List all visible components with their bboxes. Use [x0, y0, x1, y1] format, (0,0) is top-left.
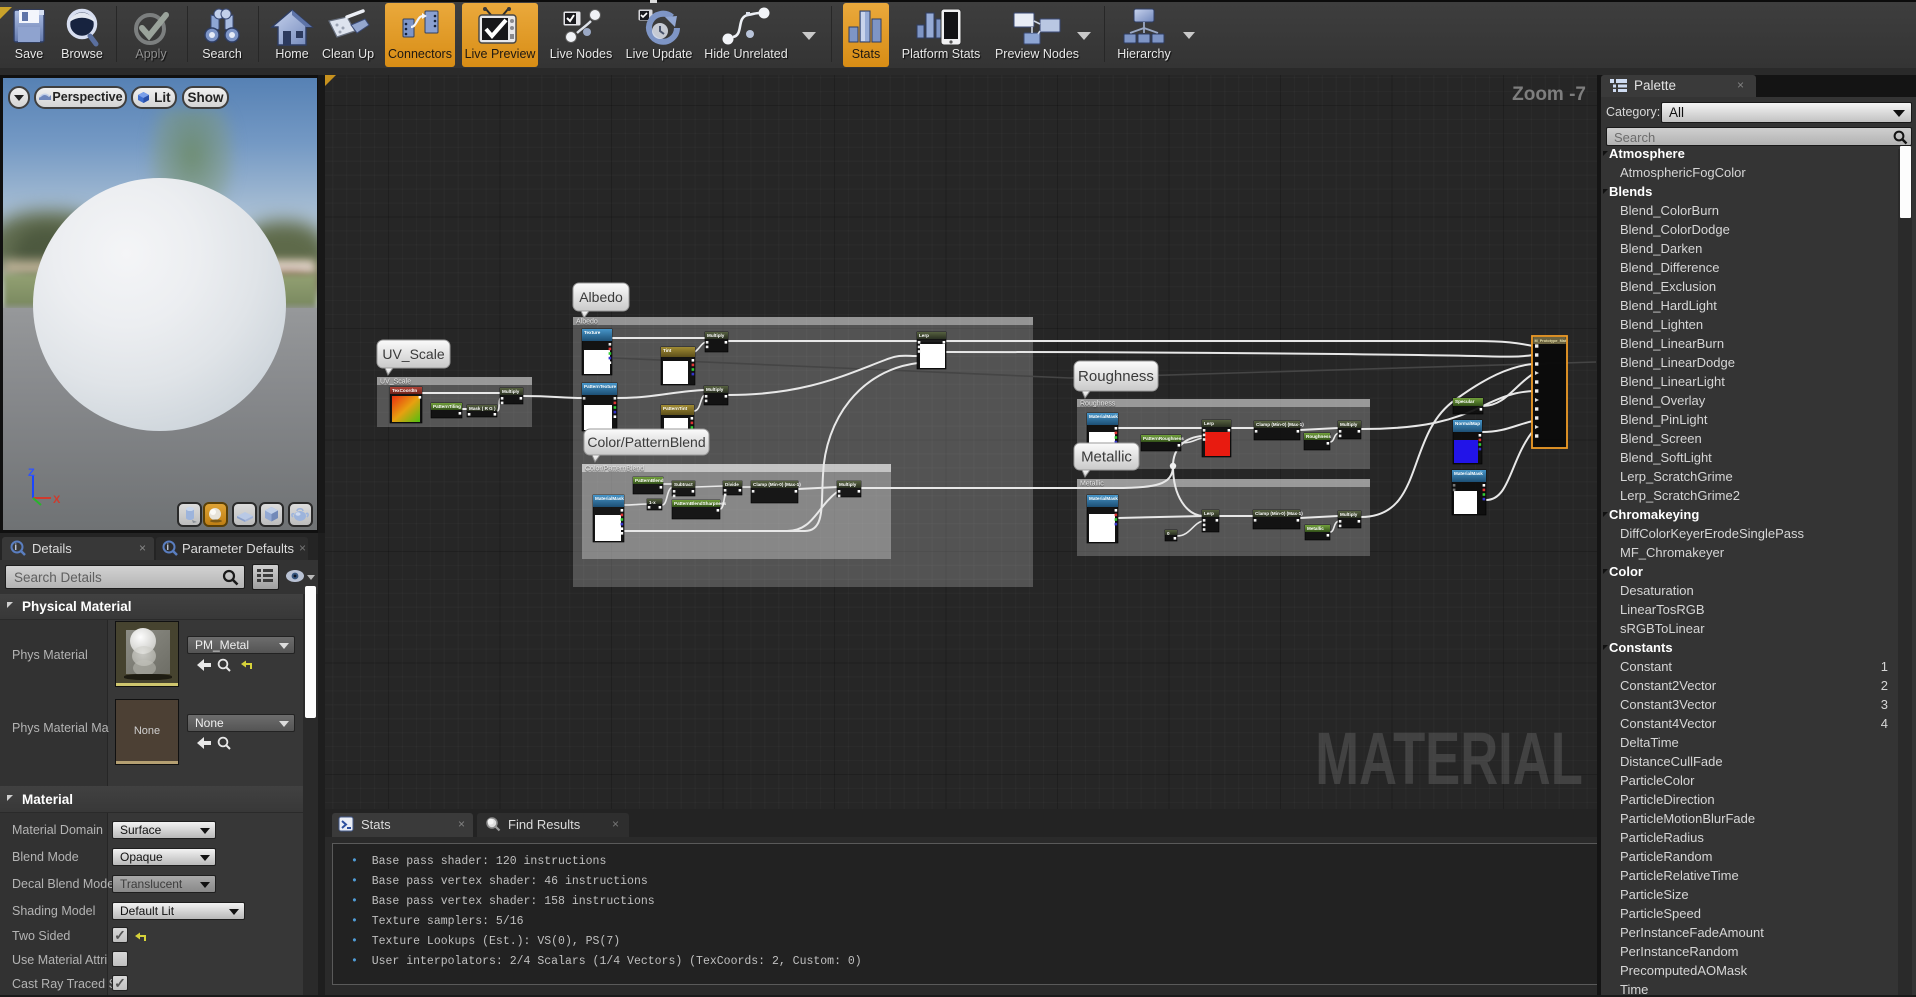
svg-text:Lerp: Lerp: [1204, 511, 1214, 516]
svg-text:TexCoordIn: TexCoordIn: [392, 388, 417, 393]
svg-text:Albedo: Albedo: [576, 319, 598, 326]
svg-text:Metallic: Metallic: [1080, 481, 1104, 488]
svg-text:i: i: [15, 542, 18, 552]
svg-text:Clamp (Min-0) (Max-1): Clamp (Min-0) (Max-1): [753, 482, 801, 487]
svg-text:i: i: [167, 542, 170, 552]
svg-text:Texture: Texture: [584, 330, 601, 335]
svg-text:Specular: Specular: [1455, 399, 1475, 404]
svg-text:Subtract: Subtract: [674, 482, 693, 487]
svg-text:Tint: Tint: [663, 348, 672, 353]
svg-text:MaterialMask: MaterialMask: [1089, 414, 1118, 419]
svg-text:Multiply: Multiply: [707, 333, 725, 338]
svg-text:Multiply: Multiply: [706, 387, 724, 392]
svg-text:NormalMap: NormalMap: [1455, 421, 1480, 426]
svg-text:Roughness: Roughness: [1080, 401, 1116, 408]
svg-text:PatternBlend: PatternBlend: [635, 478, 664, 483]
svg-text:Color/PatternBlend: Color/PatternBlend: [587, 434, 705, 450]
svg-text:Multiply: Multiply: [1340, 512, 1358, 517]
svg-text:Multiply: Multiply: [1340, 422, 1358, 427]
svg-text:UV_Scale: UV_Scale: [380, 379, 411, 386]
svg-text:Clamp (Min-0) (Max-1): Clamp (Min-0) (Max-1): [1255, 511, 1303, 516]
svg-text:Color/PatternBlend: Color/PatternBlend: [585, 466, 644, 473]
svg-text:Lerp: Lerp: [1204, 421, 1214, 426]
svg-text:Multiply: Multiply: [839, 482, 857, 487]
svg-text:UV_Scale: UV_Scale: [382, 346, 444, 362]
svg-text:Metallic: Metallic: [1307, 526, 1324, 531]
svg-text:PatternRoughness: PatternRoughness: [1143, 436, 1184, 441]
svg-text:MaterialMask: MaterialMask: [1089, 496, 1118, 501]
svg-text:X: X: [53, 494, 61, 506]
svg-text:PatternBlendSharpness: PatternBlendSharpness: [674, 501, 727, 506]
svg-text:Multiply: Multiply: [502, 389, 520, 394]
svg-text:1-x: 1-x: [649, 500, 656, 505]
svg-text:Metallic: Metallic: [1081, 449, 1132, 466]
svg-text:MaterialMask: MaterialMask: [1454, 471, 1483, 476]
svg-text:Divide: Divide: [725, 482, 739, 487]
svg-text:PatternTexture: PatternTexture: [584, 384, 617, 389]
svg-text:Mask ( R G ): Mask ( R G ): [469, 406, 496, 411]
svg-text:Lerp: Lerp: [919, 333, 929, 338]
svg-text:Z: Z: [28, 468, 35, 479]
svg-text:MaterialMask: MaterialMask: [595, 496, 624, 501]
svg-text:M_Prototype_Mat: M_Prototype_Mat: [1535, 339, 1567, 343]
svg-text:0: 0: [1167, 531, 1170, 536]
svg-text:Roughness: Roughness: [1078, 368, 1154, 385]
svg-text:PatternTint: PatternTint: [663, 406, 688, 411]
svg-text:Clamp (Min-0) (Max-1): Clamp (Min-0) (Max-1): [1256, 422, 1304, 427]
svg-text:Albedo: Albedo: [579, 289, 623, 305]
svg-text:Roughness: Roughness: [1306, 434, 1331, 439]
svg-text:PatternTiling: PatternTiling: [433, 404, 461, 409]
